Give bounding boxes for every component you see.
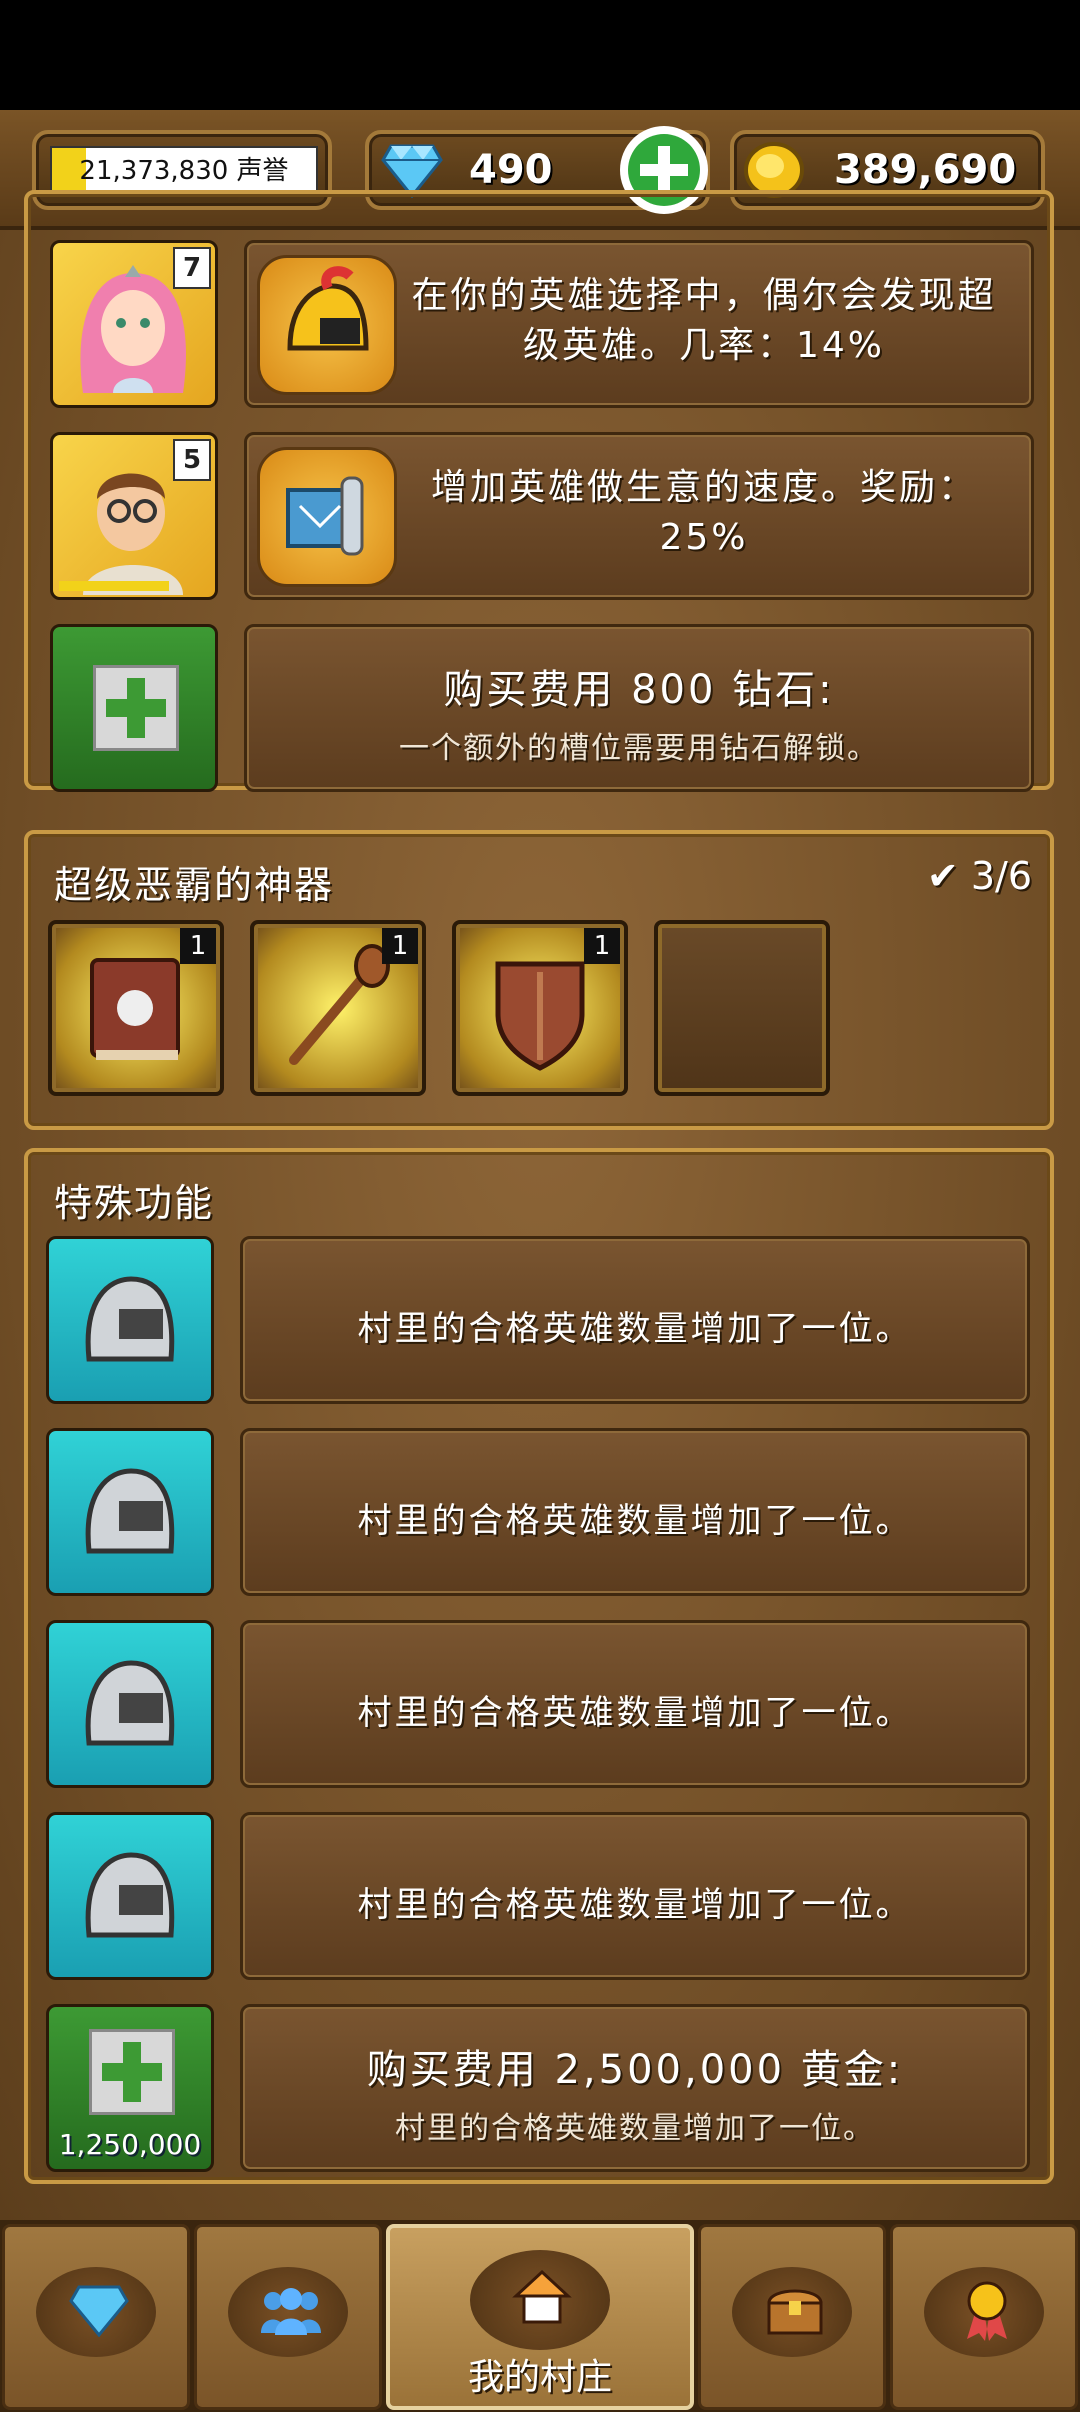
feature-card-4: 村里的合格英雄数量增加了一位。 <box>240 1812 1030 1980</box>
heroes-icon <box>261 2288 321 2335</box>
status-bar <box>0 0 1080 110</box>
special-features-title: 特殊功能 <box>54 1181 215 1225</box>
hero-ability-text: 在你的英雄选择中，偶尔会发现超级英雄。几率：14% <box>411 275 997 366</box>
knight-helmet-icon <box>85 1852 175 1938</box>
artifacts-title: 超级恶霸的神器 <box>54 863 335 907</box>
buy-feature-title: 购买费用 2,500,000 黄金: <box>366 2047 904 2093</box>
nav-tab-shop[interactable] <box>2 2224 190 2410</box>
hero-level-badge: 7 <box>173 247 211 289</box>
feature-slot-2[interactable] <box>46 1428 214 1596</box>
buy-slot-card[interactable]: 购买费用 800 钻石: 一个额外的槽位需要用钻石解锁。 <box>244 624 1034 792</box>
artifact-count: 1 <box>382 928 418 964</box>
artifact-slot-1[interactable]: 1 <box>48 920 224 1096</box>
treasure-chest-icon <box>767 2289 823 2335</box>
check-icon: ✔ <box>926 854 959 898</box>
knight-helmet-icon <box>85 1660 175 1746</box>
buy-feature-subtitle: 村里的合格英雄数量增加了一位。 <box>395 2111 875 2146</box>
feature-card-3: 村里的合格英雄数量增加了一位。 <box>240 1620 1030 1788</box>
artifact-count: 1 <box>180 928 216 964</box>
heroes-panel: 7 在你的英雄选择中，偶尔会发现超级英雄。几率：14% 5 增加英雄做生意的速度… <box>24 190 1054 792</box>
knight-helmet-icon <box>85 1276 175 1362</box>
hero-ability-card-1: 在你的英雄选择中，偶尔会发现超级英雄。几率：14% <box>244 240 1034 408</box>
buy-hero-slot-button[interactable] <box>50 624 218 792</box>
feature-card-2: 村里的合格英雄数量增加了一位。 <box>240 1428 1030 1596</box>
hero-level-badge: 5 <box>173 439 211 481</box>
add-slot-icon <box>89 2029 175 2115</box>
feature-text: 村里的合格英雄数量增加了一位。 <box>357 1501 913 1541</box>
nav-tab-treasure[interactable] <box>698 2224 886 2410</box>
feature-text: 村里的合格英雄数量增加了一位。 <box>357 1309 913 1349</box>
hero-xp-bar <box>59 581 169 591</box>
artifact-slot-3[interactable]: 1 <box>452 920 628 1096</box>
buy-slot-title: 购买费用 800 钻石: <box>443 667 835 713</box>
nav-tab-my-village[interactable]: 我的村庄 <box>386 2224 694 2410</box>
nav-tab-label: 我的村庄 <box>467 2357 612 2398</box>
buy-feature-card[interactable]: 购买费用 2,500,000 黄金: 村里的合格英雄数量增加了一位。 <box>240 2004 1030 2172</box>
fame-progress-bar: 21,373,830 声誉 <box>50 146 318 196</box>
fame-text: 21,373,830 声誉 <box>79 156 289 186</box>
artifact-slot-2[interactable]: 1 <box>250 920 426 1096</box>
nav-tab-heroes[interactable] <box>194 2224 382 2410</box>
feature-text: 村里的合格英雄数量增加了一位。 <box>357 1885 913 1925</box>
feature-slot-4[interactable] <box>46 1812 214 1980</box>
hero-slot-1[interactable]: 7 <box>50 240 218 408</box>
diamond-icon <box>69 2285 129 2337</box>
village-content: 7 在你的英雄选择中，偶尔会发现超级英雄。几率：14% 5 增加英雄做生意的速度… <box>0 190 1080 2220</box>
add-slot-icon <box>93 665 179 751</box>
hero-ability-card-2: 增加英雄做生意的速度。奖励：25% <box>244 432 1034 600</box>
buy-feature-slot-button[interactable]: 1,250,000 <box>46 2004 214 2172</box>
feature-price-tag: 1,250,000 <box>58 2128 202 2161</box>
feature-slot-3[interactable] <box>46 1620 214 1788</box>
medal-icon <box>967 2281 1007 2341</box>
buy-slot-subtitle: 一个额外的槽位需要用钻石解锁。 <box>399 731 879 766</box>
nav-tab-achievements[interactable] <box>890 2224 1078 2410</box>
artifact-slot-empty[interactable] <box>654 920 830 1096</box>
feature-text: 村里的合格英雄数量增加了一位。 <box>357 1693 913 1733</box>
artifacts-count: ✔ 3/6 <box>926 854 1032 898</box>
knight-helmet-icon <box>85 1468 175 1554</box>
home-icon <box>512 2269 572 2324</box>
artifact-count: 1 <box>584 928 620 964</box>
feature-slot-1[interactable] <box>46 1236 214 1404</box>
hero-slot-2[interactable]: 5 <box>50 432 218 600</box>
hero-ability-text: 增加英雄做生意的速度。奖励：25% <box>430 467 977 558</box>
bottom-navigation: 我的村庄 <box>0 2220 1080 2412</box>
feature-card-1: 村里的合格英雄数量增加了一位。 <box>240 1236 1030 1404</box>
